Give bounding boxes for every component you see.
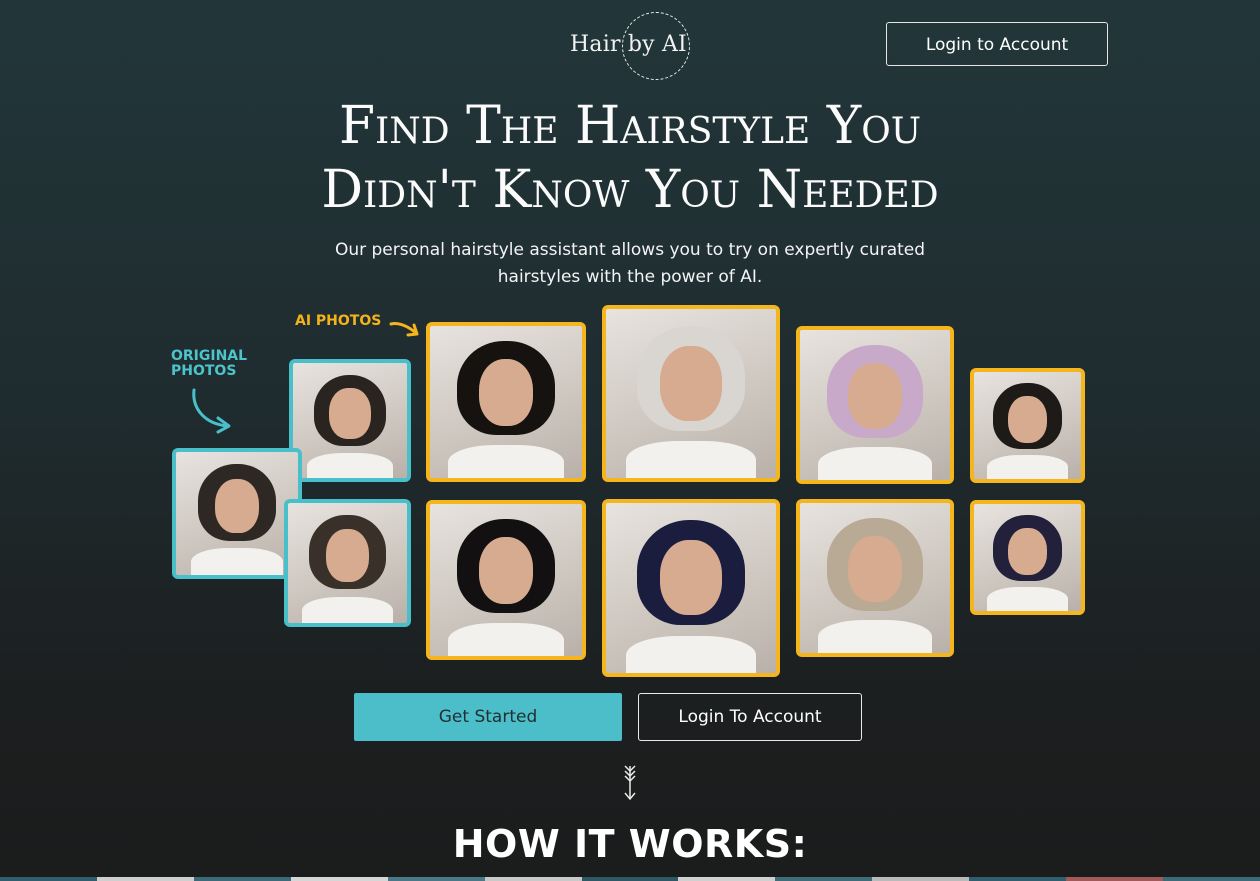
original-photo-shirt <box>302 596 393 623</box>
header-login-button[interactable]: Login to Account <box>886 22 1108 66</box>
get-started-button[interactable]: Get Started <box>354 693 622 741</box>
original-photo-shirt <box>190 547 284 575</box>
login-to-account-button[interactable]: Login To Account <box>638 693 862 741</box>
headline-line-2: Didn't Know You Needed <box>321 160 939 220</box>
ai-photo-shirt <box>448 622 564 656</box>
original-photo-face <box>326 529 369 583</box>
ai-photo <box>796 499 954 657</box>
ai-photo-face <box>1008 395 1047 443</box>
original-photo-face <box>215 479 259 534</box>
ai-photo-shirt <box>448 444 564 478</box>
ai-photo <box>426 322 586 482</box>
scroll-down-arrow-icon[interactable] <box>620 764 640 802</box>
ai-photo <box>796 326 954 484</box>
original-photo-shirt <box>306 452 394 478</box>
logo-text: Hair by AI <box>570 32 687 57</box>
hero-subtitle: Our personal hairstyle assistant allows … <box>334 240 926 287</box>
ai-photo-face <box>478 359 534 427</box>
ai-photo-face <box>1008 527 1047 575</box>
ai-photo <box>970 368 1085 483</box>
ai-photo <box>602 499 780 677</box>
how-it-works-heading: HOW IT WORKS: <box>452 822 808 866</box>
ai-photo <box>970 500 1085 615</box>
ai-arrow-icon <box>389 322 419 337</box>
ai-photo <box>602 305 780 482</box>
original-photos-label: ORIGINAL PHOTOS <box>171 348 248 379</box>
ai-photo-face <box>478 537 534 605</box>
ai-photo-face <box>660 540 722 616</box>
original-photo <box>284 499 411 627</box>
ai-photo-face <box>848 363 902 429</box>
original-photo-face <box>329 388 371 439</box>
ai-photo-shirt <box>986 455 1069 479</box>
original-photo <box>172 448 302 579</box>
ai-photo-face <box>660 346 722 421</box>
ai-photo-shirt <box>626 635 756 673</box>
original-arrow-icon <box>192 388 231 434</box>
ai-photo-face <box>848 536 902 602</box>
ai-photo-shirt <box>986 587 1069 611</box>
ai-photo <box>426 500 586 660</box>
ai-photo-shirt <box>626 440 756 478</box>
ai-photo-shirt <box>818 447 932 480</box>
ai-photos-label: AI PHOTOS <box>295 313 382 329</box>
ai-photo-shirt <box>818 620 932 653</box>
next-section-preview-strip <box>0 877 1260 881</box>
original-photo <box>289 359 411 482</box>
headline-line-1: Find The Hairstyle You <box>338 96 922 156</box>
logo[interactable]: Hair by AI <box>570 12 710 80</box>
